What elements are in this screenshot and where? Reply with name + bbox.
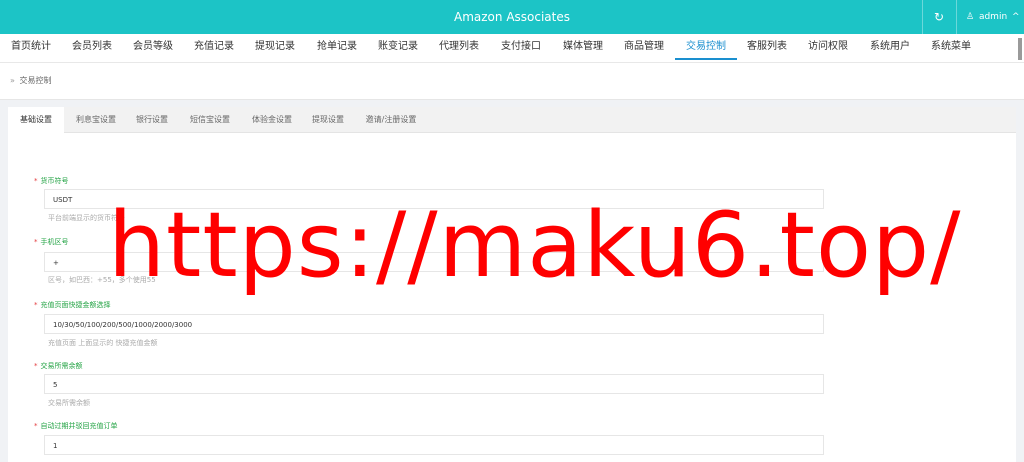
nav-item-withdraw-records[interactable]: 提现记录 bbox=[250, 34, 300, 60]
main-nav: 首页统计 会员列表 会员等级 充值记录 提现记录 抢单记录 账变记录 代理列表 … bbox=[0, 34, 1024, 63]
chevron-right-icon: » bbox=[10, 76, 15, 85]
nav-item-members[interactable]: 会员列表 bbox=[67, 34, 117, 60]
required-mark: * bbox=[34, 362, 38, 370]
nav-item-products[interactable]: 商品管理 bbox=[619, 34, 669, 60]
user-menu[interactable]: ♙ admin ^ bbox=[966, 0, 1022, 34]
app-title: Amazon Associates bbox=[454, 10, 570, 24]
field-label-text: 自动过期并驳回充值订单 bbox=[40, 422, 118, 430]
nav-item-system-users[interactable]: 系统用户 bbox=[865, 34, 915, 60]
field-label-text: 手机区号 bbox=[40, 238, 69, 246]
header-divider bbox=[922, 0, 923, 34]
quick-recharge-amounts-input[interactable]: 10/30/50/100/200/500/1000/2000/3000 bbox=[44, 314, 824, 334]
tab-invite-register-settings[interactable]: 邀请/注册设置 bbox=[356, 107, 426, 132]
nav-item-grab-records[interactable]: 抢单记录 bbox=[312, 34, 362, 60]
field-label-currency-symbol: * 货币符号 bbox=[34, 176, 69, 186]
chevron-up-icon: ^ bbox=[1012, 12, 1020, 22]
tab-withdraw-settings[interactable]: 提现设置 bbox=[304, 107, 352, 132]
nav-item-payment-interface[interactable]: 支付接口 bbox=[496, 34, 546, 60]
user-icon: ♙ bbox=[966, 12, 975, 22]
nav-item-access-rights[interactable]: 访问权限 bbox=[803, 34, 853, 60]
field-help-text: 充值页面 上面显示的 快捷充值金额 bbox=[48, 339, 158, 347]
user-name: admin bbox=[978, 12, 1008, 22]
field-label-trade-required-balance: * 交易所需余额 bbox=[34, 361, 83, 371]
top-header-bar: Amazon Associates ↻ ♙ admin ^ bbox=[0, 0, 1024, 34]
tab-interest-settings[interactable]: 利息宝设置 bbox=[66, 107, 126, 132]
nav-item-member-levels[interactable]: 会员等级 bbox=[128, 34, 178, 60]
required-mark: * bbox=[34, 422, 38, 430]
nav-item-customer-service[interactable]: 客服列表 bbox=[742, 34, 792, 60]
nav-item-system-menu[interactable]: 系统菜单 bbox=[926, 34, 976, 60]
required-mark: * bbox=[34, 177, 38, 185]
nav-item-home-stats[interactable]: 首页统计 bbox=[6, 34, 56, 60]
refresh-icon[interactable]: ↻ bbox=[928, 0, 950, 34]
nav-item-trade-control[interactable]: 交易控制 bbox=[675, 34, 737, 60]
nav-item-recharge-records[interactable]: 充值记录 bbox=[189, 34, 239, 60]
tab-sms-settings[interactable]: 短信宝设置 bbox=[180, 107, 240, 132]
required-mark: * bbox=[34, 238, 38, 246]
tab-bank-settings[interactable]: 银行设置 bbox=[128, 107, 176, 132]
field-help-text: 交易所需余额 bbox=[48, 399, 90, 407]
auto-expire-recharge-input[interactable]: 1 bbox=[44, 435, 824, 455]
nav-item-media[interactable]: 媒体管理 bbox=[558, 34, 608, 60]
field-label-text: 货币符号 bbox=[40, 177, 69, 185]
trade-required-balance-input[interactable]: 5 bbox=[44, 374, 824, 394]
nav-item-account-changes[interactable]: 账变记录 bbox=[373, 34, 423, 60]
field-label-text: 充值页面快捷金额选择 bbox=[40, 301, 111, 309]
settings-tabs: 基础设置 利息宝设置 银行设置 短信宝设置 体验金设置 提现设置 邀请/注册设置 bbox=[8, 107, 1016, 133]
nav-item-agents[interactable]: 代理列表 bbox=[434, 34, 484, 60]
required-mark: * bbox=[34, 301, 38, 309]
field-label-text: 交易所需余额 bbox=[40, 362, 83, 370]
field-label-quick-recharge-amounts: * 充值页面快捷金额选择 bbox=[34, 300, 111, 310]
breadcrumb-current[interactable]: 交易控制 bbox=[19, 76, 51, 85]
watermark-url: https://maku6.top/ bbox=[108, 193, 962, 298]
tab-basic-settings[interactable]: 基础设置 bbox=[8, 107, 64, 133]
breadcrumb: » 交易控制 bbox=[10, 63, 51, 99]
header-divider bbox=[956, 0, 957, 34]
nav-scrollbar[interactable] bbox=[1018, 38, 1022, 60]
field-label-auto-expire-recharge: * 自动过期并驳回充值订单 bbox=[34, 421, 118, 431]
field-label-phone-area-code: * 手机区号 bbox=[34, 237, 69, 247]
tab-trial-fund-settings[interactable]: 体验金设置 bbox=[242, 107, 302, 132]
breadcrumb-bar: » 交易控制 bbox=[0, 63, 1024, 100]
